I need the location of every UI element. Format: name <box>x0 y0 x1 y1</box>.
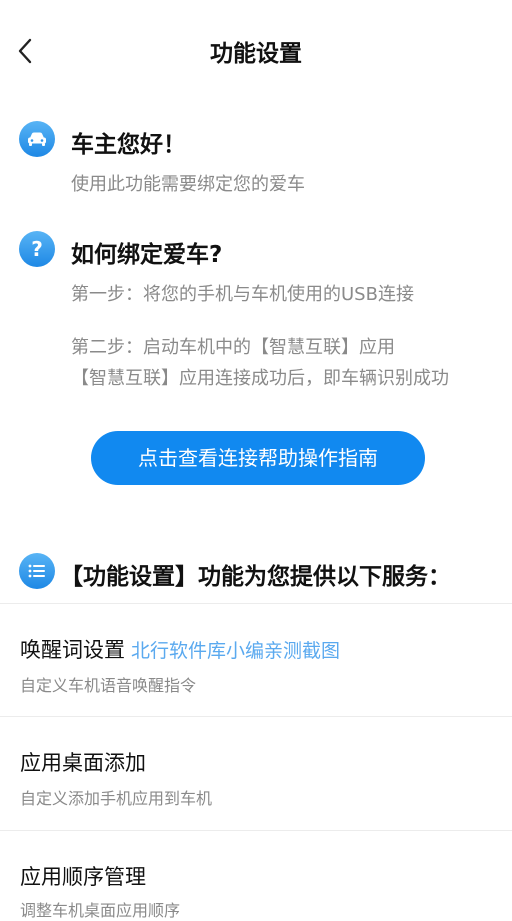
item-subtitle: 自定义添加手机应用到车机 <box>20 789 213 808</box>
welcome-title: 车主您好！ <box>71 132 186 158</box>
connection-guide-button[interactable]: 点击查看连接帮助操作指南 <box>91 431 425 485</box>
howto-step2-line2: 【智慧互联】应用连接成功后，即车辆识别成功 <box>71 368 449 389</box>
page-title: 功能设置 <box>210 41 302 67</box>
howto-step1: 第一步：将您的手机与车机使用的USB连接 <box>71 284 414 305</box>
item-subtitle: 调整车机桌面应用顺序 <box>20 901 181 920</box>
welcome-desc: 使用此功能需要绑定您的爱车 <box>71 174 305 195</box>
item-title: 唤醒词设置 <box>20 638 125 662</box>
item-title: 应用顺序管理 <box>20 865 146 889</box>
top-bar: 功能设置 <box>0 0 512 100</box>
item-title: 应用桌面添加 <box>20 751 146 775</box>
services-title: 【功能设置】功能为您提供以下服务： <box>60 564 451 590</box>
howto-step2-line1: 第二步：启动车机中的【智慧互联】应用 <box>71 337 395 358</box>
howto-title: 如何绑定爱车? <box>71 242 223 268</box>
list-item-wake-word[interactable]: 唤醒词设置 北行软件库小编亲测截图 自定义车机语音唤醒指令 <box>0 604 512 717</box>
item-note: 北行软件库小编亲测截图 <box>131 640 341 662</box>
list-icon <box>19 553 55 589</box>
list-item-desktop-add[interactable]: 应用桌面添加 自定义添加手机应用到车机 <box>0 717 512 830</box>
item-title-line: 唤醒词设置 北行软件库小编亲测截图 <box>20 634 340 664</box>
list-item-app-order[interactable]: 应用顺序管理 调整车机桌面应用顺序 <box>0 831 512 920</box>
question-icon: ? <box>19 231 55 267</box>
car-icon <box>19 121 55 157</box>
item-subtitle: 自定义车机语音唤醒指令 <box>20 676 197 695</box>
